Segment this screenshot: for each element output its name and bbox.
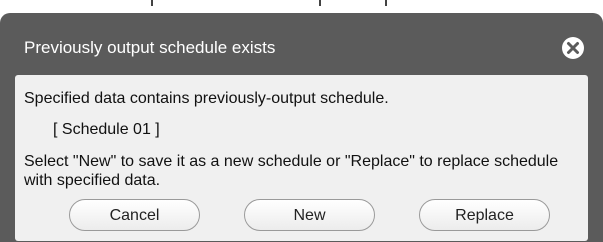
replace-button[interactable]: Replace: [419, 199, 550, 231]
cancel-button[interactable]: Cancel: [69, 199, 200, 231]
dialog-instruction: Select "New" to save it as a new schedul…: [24, 153, 559, 189]
close-icon: [562, 37, 584, 59]
dialog-title: Previously output schedule exists: [24, 38, 276, 57]
close-button[interactable]: [561, 36, 585, 60]
dialog-message: Specified data contains previously-outpu…: [24, 90, 389, 107]
schedule-name: [ Schedule 01 ]: [53, 121, 160, 138]
schedule-exists-dialog: Previously output schedule exists Specif…: [0, 13, 603, 242]
dialog-body: Specified data contains previously-outpu…: [15, 75, 588, 241]
background-fragment: ſ ſ ſ: [0, 0, 603, 14]
new-button[interactable]: New: [244, 199, 375, 231]
